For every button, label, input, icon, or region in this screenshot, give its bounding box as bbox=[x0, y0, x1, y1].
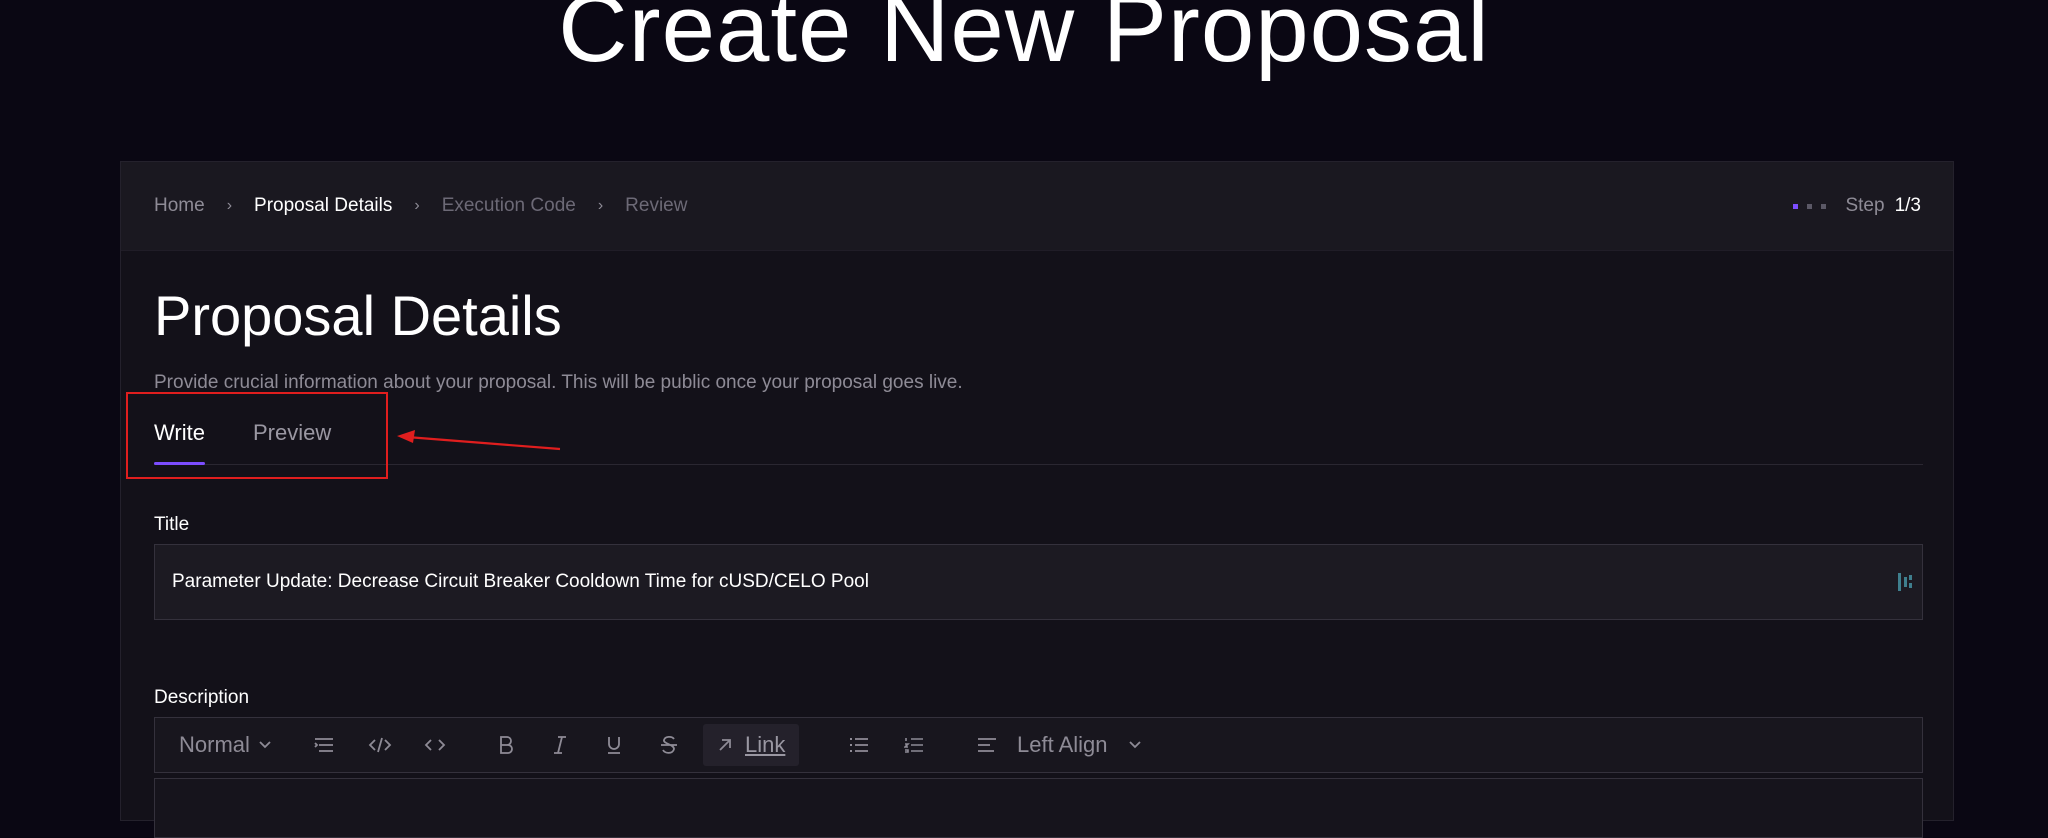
title-input[interactable] bbox=[154, 544, 1923, 620]
chevron-right-icon: › bbox=[597, 197, 604, 214]
code-block-button[interactable] bbox=[423, 718, 447, 772]
description-label: Description bbox=[154, 687, 250, 708]
title-label: Title bbox=[154, 514, 190, 535]
text-style-select[interactable]: Normal bbox=[179, 718, 272, 772]
numbered-list-button[interactable] bbox=[904, 718, 924, 772]
link-icon bbox=[719, 739, 731, 751]
breadcrumb-review[interactable]: Review bbox=[625, 195, 687, 217]
chevron-down-icon bbox=[259, 741, 271, 749]
step-dot-active bbox=[1793, 203, 1799, 209]
breadcrumb-proposal-details[interactable]: Proposal Details bbox=[254, 195, 392, 217]
step-dot bbox=[1821, 203, 1827, 209]
italic-button[interactable] bbox=[552, 718, 568, 772]
strikethrough-button[interactable] bbox=[660, 718, 678, 772]
description-editor[interactable] bbox=[154, 778, 1923, 838]
code-block-icon bbox=[424, 739, 446, 751]
step-indicator: Step 1/3 bbox=[1793, 162, 1921, 250]
step-dot bbox=[1807, 203, 1813, 209]
indent-button[interactable] bbox=[313, 718, 335, 772]
strikethrough-icon bbox=[661, 735, 677, 754]
numbered-list-icon bbox=[904, 738, 923, 753]
chevron-down-icon bbox=[1128, 741, 1141, 749]
step-count: 1/3 bbox=[1894, 195, 1921, 216]
align-value: Left Align bbox=[1017, 732, 1108, 757]
text-style-value: Normal bbox=[179, 732, 250, 757]
code-inline-icon bbox=[368, 737, 392, 753]
italic-icon bbox=[554, 736, 566, 754]
annotation-highlight-box bbox=[126, 392, 388, 479]
annotation-arrow-icon bbox=[397, 430, 561, 451]
breadcrumb-home[interactable]: Home bbox=[154, 195, 205, 217]
breadcrumb: Home › Proposal Details › Execution Code… bbox=[154, 162, 687, 250]
step-label: Step bbox=[1845, 195, 1885, 216]
bold-icon bbox=[500, 736, 513, 754]
drag-handle-icon[interactable] bbox=[1897, 572, 1913, 592]
top-bar: Home › Proposal Details › Execution Code… bbox=[121, 162, 1953, 251]
underline-icon bbox=[608, 737, 620, 754]
bullet-list-button[interactable] bbox=[849, 718, 869, 772]
indent-icon bbox=[314, 738, 333, 752]
breadcrumb-execution-code[interactable]: Execution Code bbox=[442, 195, 576, 217]
link-label: Link bbox=[745, 732, 786, 757]
chevron-right-icon: › bbox=[226, 197, 233, 214]
bullet-list-icon bbox=[850, 738, 868, 752]
bold-button[interactable] bbox=[498, 718, 514, 772]
page-heading: Create New Proposal bbox=[558, 0, 1490, 82]
underline-button[interactable] bbox=[606, 718, 622, 772]
editor-toolbar: Normal Link Left Align bbox=[154, 717, 1923, 773]
chevron-right-icon: › bbox=[414, 197, 420, 214]
align-select[interactable]: Left Align bbox=[977, 718, 1142, 772]
align-left-icon bbox=[978, 738, 996, 752]
section-title: Proposal Details bbox=[154, 284, 562, 347]
inline-code-button[interactable] bbox=[368, 718, 392, 772]
section-subtitle: Provide crucial information about your p… bbox=[154, 372, 963, 393]
link-button[interactable]: Link bbox=[703, 724, 800, 766]
proposal-panel: Home › Proposal Details › Execution Code… bbox=[120, 161, 1954, 838]
